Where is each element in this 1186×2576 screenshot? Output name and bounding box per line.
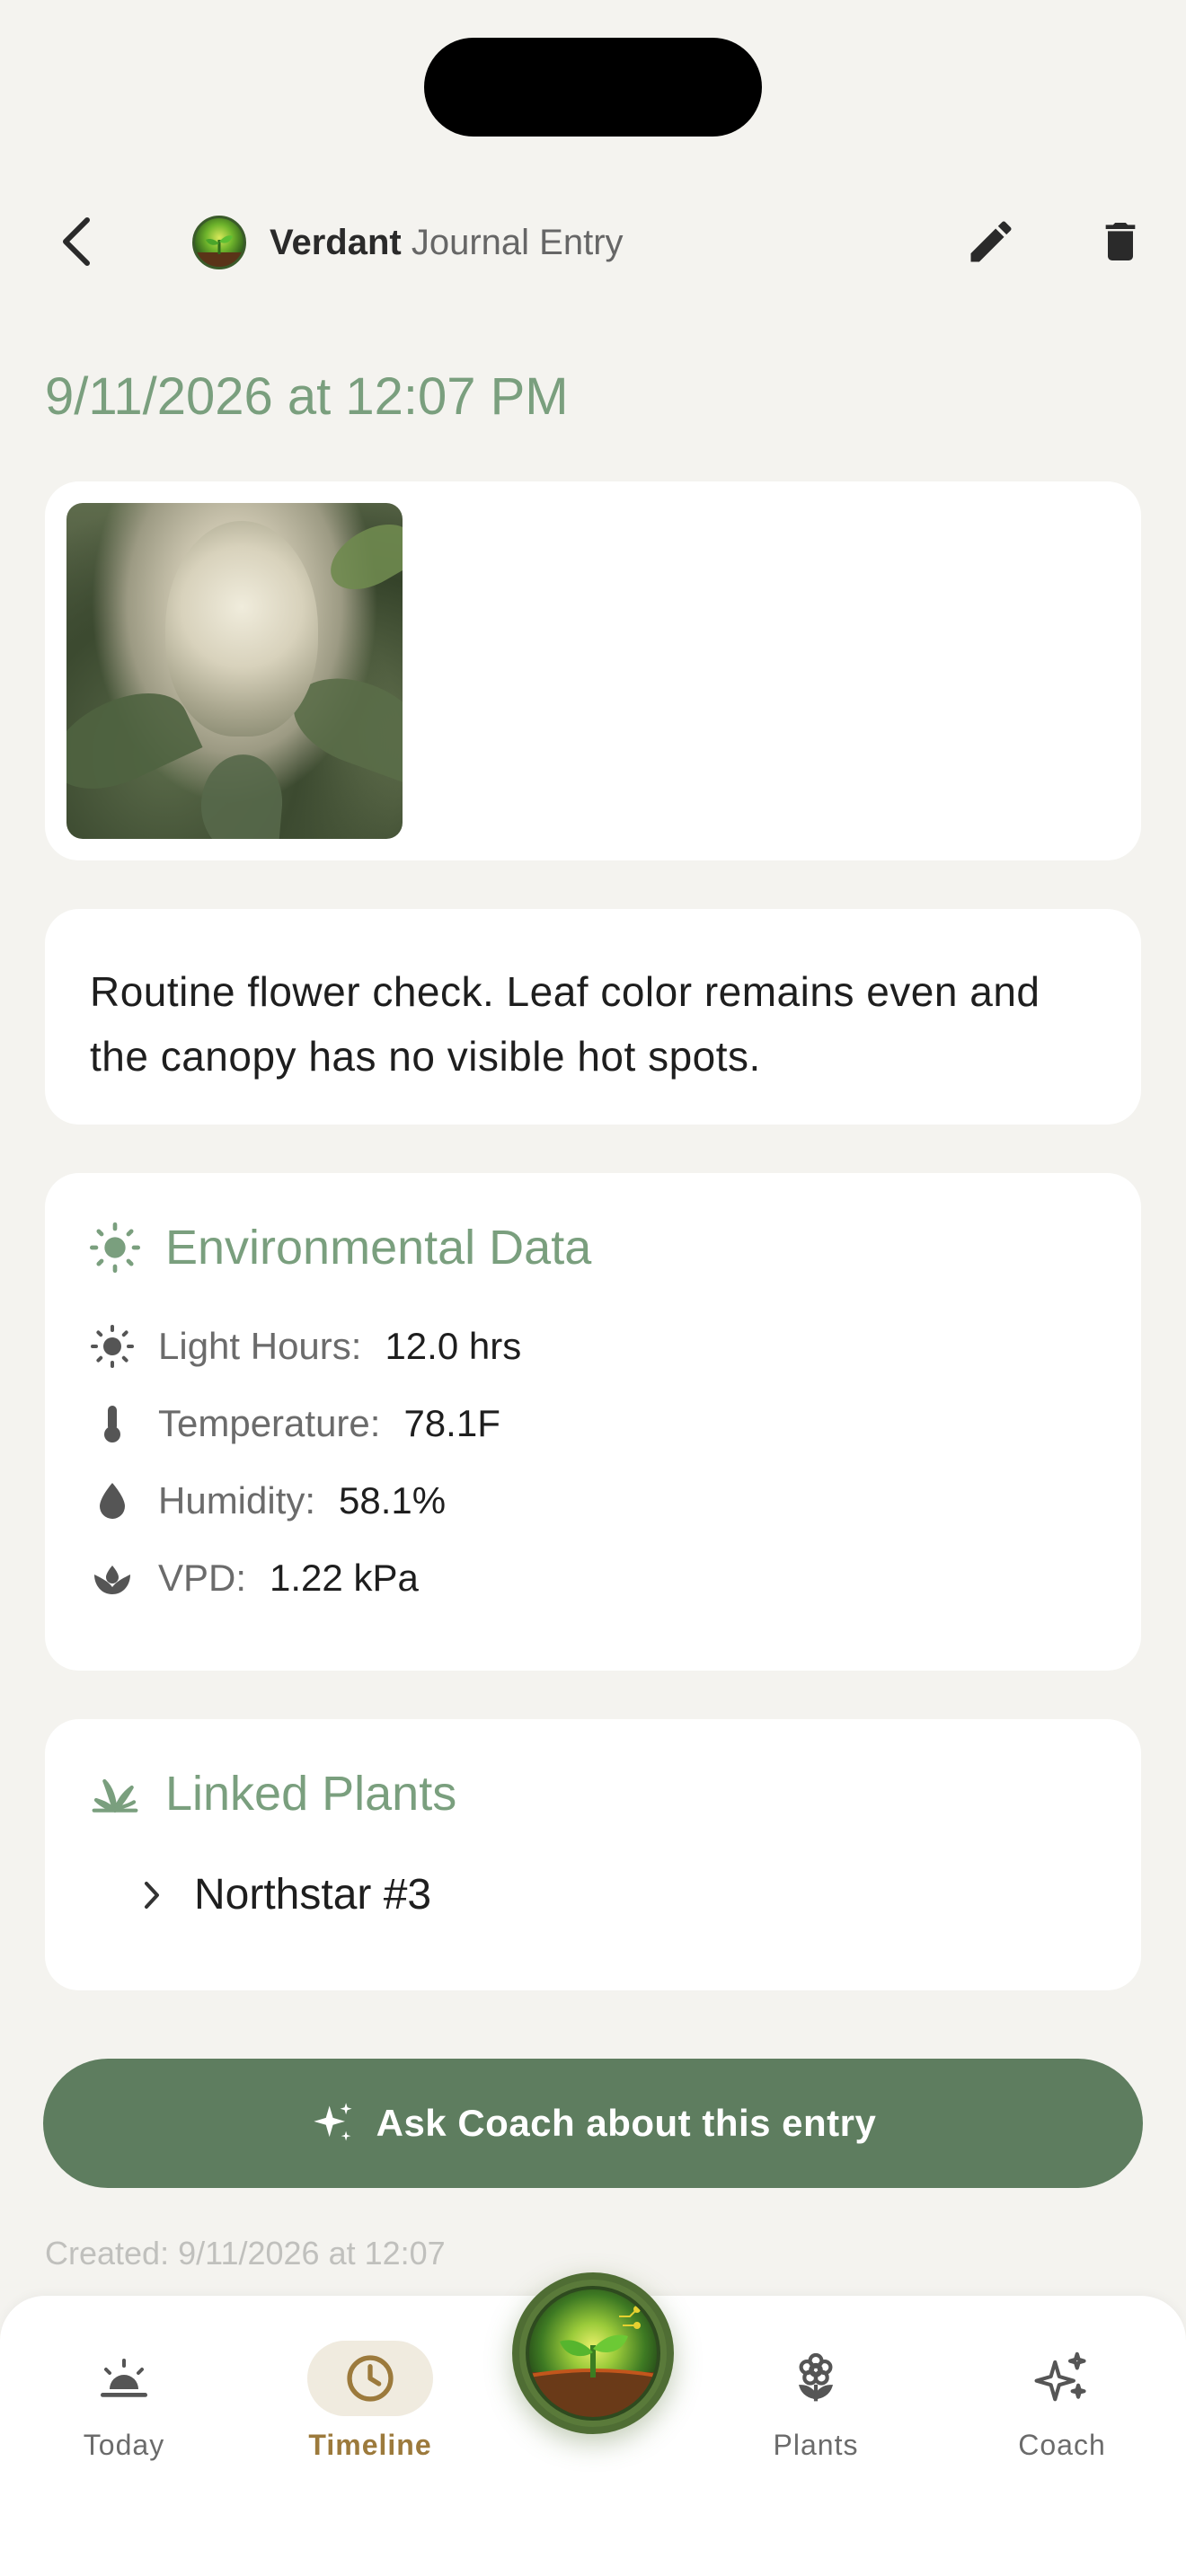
- env-value: 1.22 kPa: [270, 1557, 419, 1599]
- pencil-icon: [970, 221, 1012, 262]
- ask-coach-label: Ask Coach about this entry: [376, 2102, 877, 2144]
- linked-plants-header: Linked Plants: [90, 1766, 456, 1822]
- center-action-button[interactable]: [512, 2272, 674, 2434]
- sparkles-icon: [1034, 2351, 1086, 2402]
- back-button[interactable]: [45, 210, 108, 273]
- tab-label: Coach: [1018, 2429, 1106, 2461]
- env-value: 12.0 hrs: [385, 1325, 522, 1367]
- tab-coach[interactable]: Coach: [972, 2341, 1152, 2475]
- dynamic-island: [424, 38, 762, 137]
- ask-coach-button[interactable]: Ask Coach about this entry: [43, 2059, 1143, 2188]
- photo-card: [45, 481, 1141, 860]
- sunrise-icon: [101, 2359, 147, 2397]
- top-bar: Verdant Journal Entry: [0, 189, 1186, 296]
- tab-label: Today: [83, 2429, 165, 2461]
- chevron-left-icon: [63, 217, 90, 266]
- trash-icon: [1105, 223, 1136, 260]
- tab-label: Plants: [773, 2429, 859, 2461]
- delete-button[interactable]: [1089, 210, 1152, 273]
- leaf-drop-icon: [94, 1566, 130, 1594]
- thermometer-icon: [104, 1406, 120, 1442]
- sun-icon: [91, 1325, 134, 1368]
- sun-icon: [90, 1222, 140, 1273]
- env-label: VPD:: [158, 1557, 247, 1599]
- env-value: 78.1F: [403, 1402, 500, 1444]
- screen-name: Journal Entry: [411, 223, 624, 262]
- env-label: Humidity:: [158, 1479, 316, 1522]
- sprout-logo-icon: [526, 2286, 660, 2421]
- environmental-data-header: Environmental Data: [90, 1220, 591, 1275]
- env-value: 58.1%: [339, 1479, 447, 1522]
- header-title: Verdant Journal Entry: [270, 221, 624, 264]
- flower-icon: [798, 2352, 834, 2402]
- entry-notes: Routine flower check. Leaf color remains…: [90, 968, 1040, 1080]
- droplet-icon: [100, 1483, 125, 1519]
- environmental-data-card: Environmental Data Light Hours: 12.0 hrs: [45, 1173, 1141, 1671]
- clock-icon: [347, 2355, 394, 2402]
- entry-datetime: 9/11/2026 at 12:07 PM: [45, 367, 569, 426]
- env-row-temperature: Temperature: 78.1F: [90, 1401, 500, 1446]
- notes-card: Routine flower check. Leaf color remains…: [45, 909, 1141, 1125]
- tab-today[interactable]: Today: [34, 2341, 214, 2475]
- plant-icon: [92, 1778, 138, 1813]
- edit-button[interactable]: [960, 210, 1022, 273]
- tab-plants[interactable]: Plants: [726, 2341, 906, 2475]
- app-logo: [192, 216, 246, 269]
- created-timestamp: Created: 9/11/2026 at 12:07: [45, 2235, 446, 2272]
- env-row-humidity: Humidity: 58.1%: [90, 1478, 446, 1523]
- chevron-right-icon: [145, 1881, 159, 1909]
- linked-plant-name: Northstar #3: [194, 1871, 432, 1919]
- brand-name: Verdant: [270, 223, 402, 262]
- linked-plant-item[interactable]: Northstar #3: [142, 1870, 431, 1919]
- sparkles-icon: [313, 2103, 352, 2141]
- linked-plants-card: Linked Plants Northstar #3: [45, 1719, 1141, 1990]
- linked-plants-title: Linked Plants: [165, 1767, 457, 1821]
- environmental-data-title: Environmental Data: [165, 1221, 592, 1275]
- tab-timeline[interactable]: Timeline: [280, 2341, 460, 2475]
- env-label: Temperature:: [158, 1402, 381, 1444]
- tab-label: Timeline: [308, 2429, 432, 2461]
- env-label: Light Hours:: [158, 1325, 362, 1367]
- env-row-light-hours: Light Hours: 12.0 hrs: [90, 1324, 521, 1369]
- env-row-vpd: VPD: 1.22 kPa: [90, 1556, 419, 1601]
- entry-photo[interactable]: [66, 503, 403, 839]
